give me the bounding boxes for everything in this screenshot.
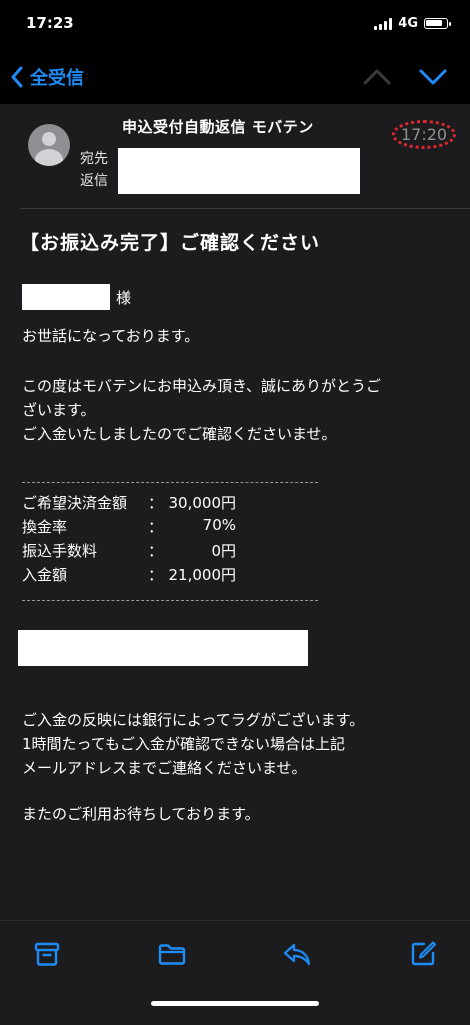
down-chevron-icon[interactable] [418, 66, 448, 88]
reply-to-label: 返信 [80, 173, 108, 189]
separator-top [22, 482, 318, 483]
notice-line-3: メールアドレスまでご連絡くださいませ。 [22, 759, 307, 777]
detail-value: 0円 [211, 542, 236, 560]
to-label: 宛先 [80, 151, 108, 167]
status-indicators: 4G [374, 16, 451, 31]
greeting-text: お世話になっております。 [22, 327, 200, 345]
notice-line-1: ご入金の反映には銀行によってラグがございます。 [22, 711, 365, 729]
home-indicator[interactable] [151, 1001, 319, 1006]
detail-colon: ： [148, 494, 164, 512]
detail-colon: ： [148, 518, 164, 536]
network-label: 4G [398, 16, 418, 31]
detail-label: ご希望決済金額 [22, 494, 128, 512]
up-chevron-icon[interactable] [362, 66, 392, 88]
detail-colon: ： [148, 542, 164, 560]
battery-level [426, 20, 442, 26]
detail-row: 換金率 ： 70% [22, 516, 262, 540]
message-navigation [362, 66, 448, 88]
detail-label: 振込手数料 [22, 542, 98, 560]
compose-icon[interactable] [408, 939, 438, 969]
detail-value: 21,000円 [168, 566, 237, 584]
detail-row: 振込手数料 ： 0円 [22, 540, 262, 564]
detail-row: ご希望決済金額 ： 30,000円 [22, 492, 262, 516]
back-label: 全受信 [30, 68, 84, 89]
closing-text: またのご利用お待ちしております。 [22, 805, 260, 823]
detail-label: 換金率 [22, 518, 68, 536]
nav-bar: 全受信 [0, 52, 470, 104]
notice-line-2: 1時間たってもご入金が確認できない場合は上記 [22, 735, 346, 753]
back-chevron-icon [11, 66, 23, 88]
intro-line-3: ご入金いたしましたのでご確認くださいませ。 [22, 425, 337, 443]
intro-line-2: ざいます。 [22, 401, 96, 419]
battery-icon [424, 18, 451, 29]
detail-row: 入金額 ： 21,000円 [22, 564, 262, 588]
avatar[interactable] [28, 124, 70, 166]
status-time: 17:23 [26, 14, 74, 32]
folder-icon[interactable] [157, 939, 187, 969]
signal-icon [374, 17, 393, 30]
intro-line-1: この度はモバテンにお申込み頂き、誠にありがとうご [22, 377, 381, 395]
header-divider [20, 208, 470, 209]
mail-header: 申込受付自動返信 モバテン 17:20 宛先 返信 [0, 104, 470, 208]
redacted-email-address [18, 630, 308, 666]
salutation-suffix: 様 [116, 289, 132, 307]
back-button[interactable]: 全受信 [10, 64, 84, 90]
separator-bottom [22, 600, 318, 601]
received-time: 17:20 [392, 120, 457, 149]
redacted-recipient-name [22, 284, 110, 310]
mail-content: 申込受付自動返信 モバテン 17:20 宛先 返信 【お振込み完了】ご確認くださ… [0, 104, 470, 920]
detail-colon: ： [148, 566, 164, 584]
detail-value: 30,000円 [168, 494, 237, 512]
detail-value: 70% [202, 516, 236, 534]
detail-label: 入金額 [22, 566, 68, 584]
reply-icon[interactable] [282, 939, 312, 969]
sender-name[interactable]: 申込受付自動返信 モバテン [122, 116, 314, 137]
bottom-toolbar [0, 920, 470, 1025]
email-subject: 【お振込み完了】ご確認ください [20, 232, 321, 254]
archive-icon[interactable] [32, 939, 62, 969]
status-bar: 17:23 4G [0, 0, 470, 52]
address-labels: 宛先 返信 [80, 148, 108, 192]
redacted-address [118, 148, 360, 194]
